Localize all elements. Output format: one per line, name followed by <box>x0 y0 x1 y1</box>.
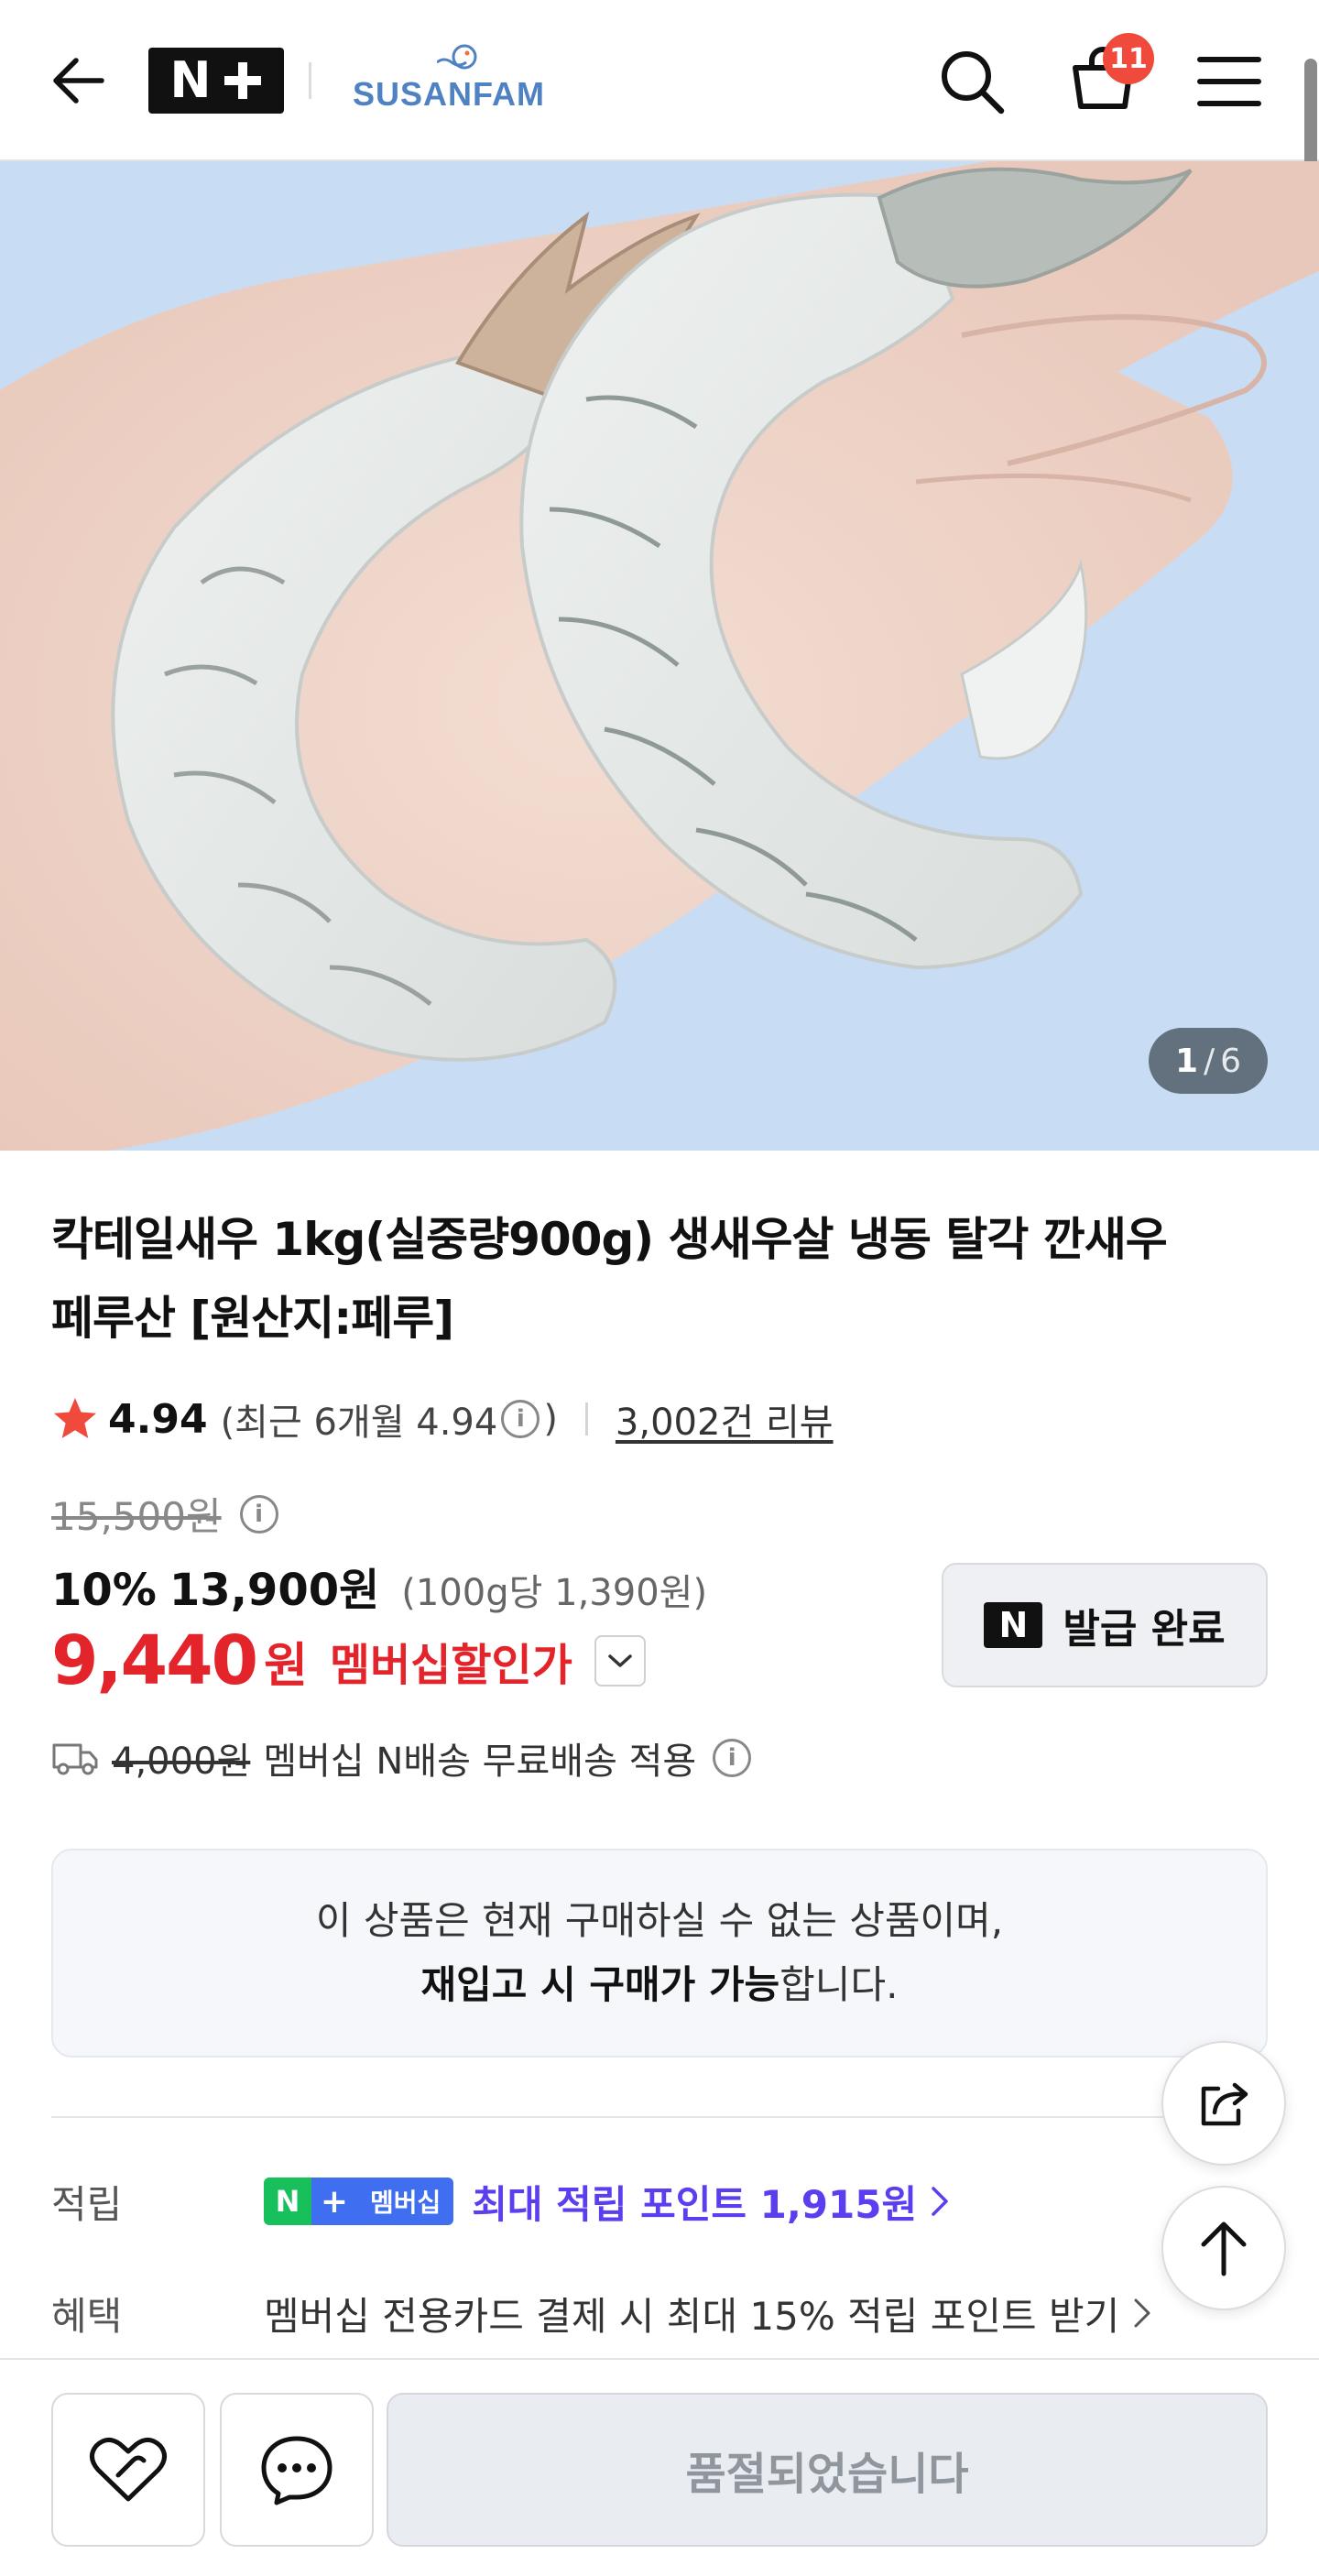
image-current-index: 1 <box>1174 1042 1198 1080</box>
member-price: 9,440 <box>51 1621 258 1700</box>
arrow-up-icon <box>1201 2221 1247 2276</box>
benefit-label: 혜택 <box>51 2293 123 2339</box>
share-button[interactable] <box>1161 2041 1286 2166</box>
notice-line2-rest: 합니다. <box>779 1962 899 2007</box>
brand-name: SUSANFAM <box>353 75 546 113</box>
header-divider <box>309 62 311 99</box>
member-price-row: 9,440 원 멤버십할인가 <box>51 1621 646 1700</box>
product-title: 칵테일새우 1kg(실중량900g) 생새우살 냉동 탈각 깐새우 페루산 [원… <box>51 1200 1260 1358</box>
chevron-right-icon <box>1134 2298 1150 2328</box>
chevron-down-icon <box>608 1654 632 1667</box>
delivery-original-fee: 4,000원 <box>112 1741 251 1783</box>
back-button[interactable] <box>37 44 119 117</box>
image-total-count: 6 <box>1220 1042 1242 1080</box>
delivery-truck-icon <box>52 1743 98 1775</box>
product-photo-shrimp <box>0 161 1319 1151</box>
star-icon <box>54 1398 96 1438</box>
image-counter-separator: / <box>1204 1042 1215 1080</box>
unit-price: (100g당 1,390원) <box>401 1572 708 1614</box>
delivery-benefit-text: 멤버십 N배송 무료배송 적용 <box>263 1741 697 1783</box>
recent-rating-info-icon[interactable]: i <box>501 1400 540 1438</box>
cart-button[interactable]: 11 <box>1057 33 1154 125</box>
cart-count-badge: 11 <box>1103 33 1154 84</box>
points-label: 적립 <box>51 2181 123 2227</box>
heart-icon <box>90 2438 167 2502</box>
section-divider <box>51 2116 1268 2118</box>
review-count-link[interactable]: 3,002건 리뷰 <box>616 1392 834 1446</box>
talk-chat-button[interactable] <box>220 2393 374 2547</box>
badge-plus: + <box>311 2178 357 2225</box>
sold-out-button[interactable]: 품절되었습니다 <box>387 2393 1268 2547</box>
search-button[interactable] <box>931 40 1013 123</box>
share-icon <box>1201 2082 1248 2126</box>
menu-icon <box>1197 57 1261 106</box>
coupon-issued-button[interactable]: N 발급 완료 <box>942 1563 1268 1687</box>
product-title-line1: 칵테일새우 1kg(실중량900g) 생새우살 냉동 탈각 깐새우 <box>51 1213 1168 1266</box>
member-price-unit: 원 <box>264 1638 308 1694</box>
product-image-carousel[interactable] <box>0 161 1319 1151</box>
points-row[interactable]: 적립 N + 멤버십 최대 적립 포인트 1,915원 <box>51 2171 950 2232</box>
original-price-row: 15,500원 i <box>51 1486 282 1542</box>
fish-logo-icon <box>437 44 477 70</box>
nplus-logo[interactable]: N <box>148 48 284 114</box>
out-of-stock-notice: 이 상품은 현재 구매하실 수 없는 상품이며, 재입고 시 구매가 가능합니다… <box>51 1849 1268 2058</box>
max-points-text: 최대 적립 포인트 1,915원 <box>472 2181 918 2227</box>
store-brand[interactable]: SUSANFAM <box>353 42 563 119</box>
bottom-action-bar: 품절되었습니다 <box>0 2358 1319 2576</box>
benefit-row[interactable]: 혜택 멤버십 전용카드 결제 시 최대 15% 적립 포인트 받기 <box>51 2283 1152 2343</box>
search-icon <box>942 51 1005 115</box>
recent-rating: (최근 6개월 4.94 <box>220 1402 498 1444</box>
plus-icon <box>223 62 261 99</box>
chat-icon <box>261 2436 332 2505</box>
rating-divider <box>584 1403 588 1435</box>
sale-price: 13,900원 <box>169 1565 380 1616</box>
benefit-text: 멤버십 전용카드 결제 시 최대 15% 적립 포인트 받기 <box>264 2293 1120 2339</box>
notice-line1: 이 상품은 현재 구매하실 수 없는 상품이며, <box>315 1898 1004 1943</box>
discount-rate: 10% <box>51 1565 157 1616</box>
notice-line2-bold: 재입고 시 구매가 가능 <box>420 1962 780 2007</box>
scroll-to-top-button[interactable] <box>1161 2186 1286 2310</box>
naver-n-icon: N <box>984 1602 1043 1648</box>
sale-price-row: 10% 13,900원 (100g당 1,390원) <box>51 1554 707 1618</box>
delivery-row: 4,000원 멤버십 N배송 무료배송 적용 i <box>51 1731 755 1785</box>
back-arrow-icon <box>53 58 104 104</box>
nplus-membership-badge: N + 멤버십 <box>264 2178 454 2225</box>
rating-value: 4.94 <box>108 1395 208 1443</box>
nplus-logo-n: N <box>169 51 212 109</box>
top-header: N SUSANFAM 11 <box>0 0 1319 161</box>
member-price-dropdown[interactable] <box>594 1635 646 1686</box>
delivery-info-icon[interactable]: i <box>713 1739 752 1777</box>
image-page-counter: 1 / 6 <box>1149 1028 1268 1094</box>
notice-line2: 재입고 시 구매가 가능합니다. <box>421 1953 899 2017</box>
badge-text: 멤버십 <box>357 2178 454 2225</box>
original-price: 15,500원 <box>51 1494 222 1539</box>
wishlist-button[interactable] <box>51 2393 205 2547</box>
price-info-icon[interactable]: i <box>239 1494 278 1534</box>
recent-rating-close: ) <box>543 1398 558 1440</box>
rating-row: 4.94 (최근 6개월 4.94 i ) 3,002건 리뷰 <box>51 1387 834 1451</box>
chevron-right-icon <box>932 2187 948 2216</box>
badge-n: N <box>264 2178 311 2225</box>
menu-button[interactable] <box>1187 40 1271 123</box>
product-title-line2: 페루산 [원산지:페루] <box>51 1292 454 1345</box>
coupon-status-label: 발급 완료 <box>1063 1606 1226 1653</box>
member-price-label: 멤버십할인가 <box>329 1640 572 1691</box>
